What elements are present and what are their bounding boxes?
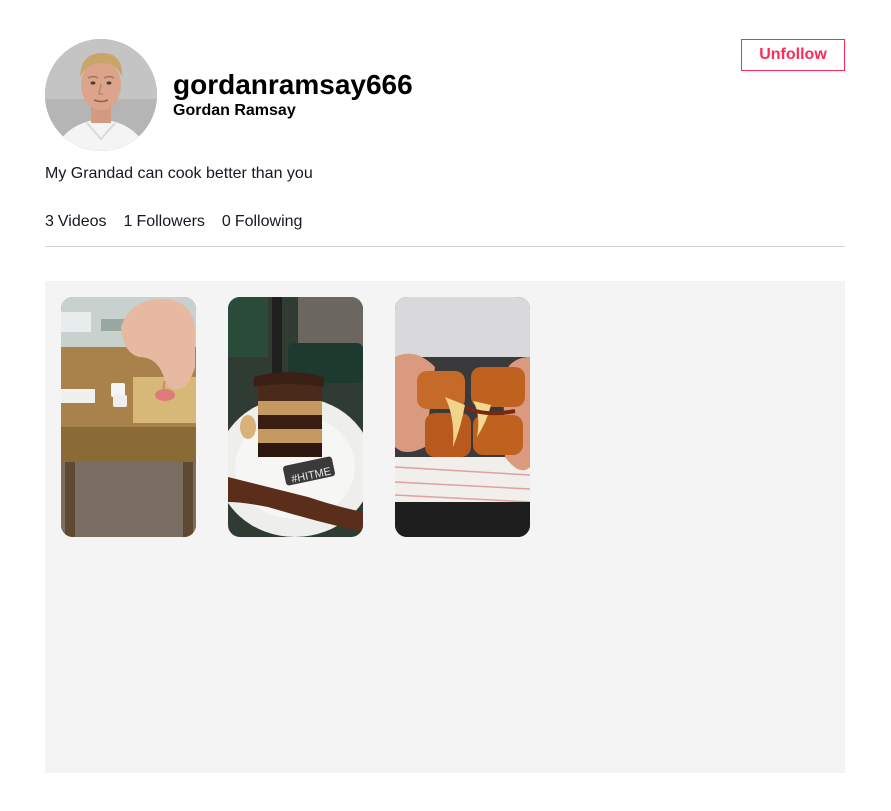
stat-followers[interactable]: 1 Followers: [124, 213, 205, 231]
video-grid: #HITME: [45, 281, 845, 773]
profile-stats: 3 Videos 1 Followers 0 Following: [45, 213, 319, 231]
stat-following-label: Following: [234, 213, 303, 230]
chef-portrait-icon: [45, 39, 157, 151]
avatar[interactable]: [45, 39, 157, 151]
stat-following[interactable]: 0 Following: [222, 213, 303, 231]
video-thumbnail-1[interactable]: [61, 297, 196, 537]
username: gordanramsay666: [173, 69, 413, 100]
video-thumbnail-3[interactable]: [395, 297, 530, 537]
video-thumbnail-2[interactable]: #HITME: [228, 297, 363, 537]
chocolate-cake-thumbnail-icon: #HITME: [228, 297, 363, 537]
unfollow-button[interactable]: Unfollow: [741, 39, 845, 71]
full-name: Gordan Ramsay: [173, 102, 296, 119]
profile-bio: My Grandad can cook better than you: [45, 165, 313, 182]
stat-followers-label: Followers: [136, 213, 205, 230]
stat-following-count: 0: [221, 213, 231, 230]
plating-food-thumbnail-icon: [61, 297, 196, 537]
stat-videos-label: Videos: [57, 213, 107, 230]
divider: [45, 246, 845, 247]
stat-followers-count: 1: [123, 213, 133, 230]
stat-videos: 3 Videos: [45, 213, 107, 231]
fried-sandwich-thumbnail-icon: [395, 297, 530, 537]
stat-videos-count: 3: [45, 213, 54, 230]
